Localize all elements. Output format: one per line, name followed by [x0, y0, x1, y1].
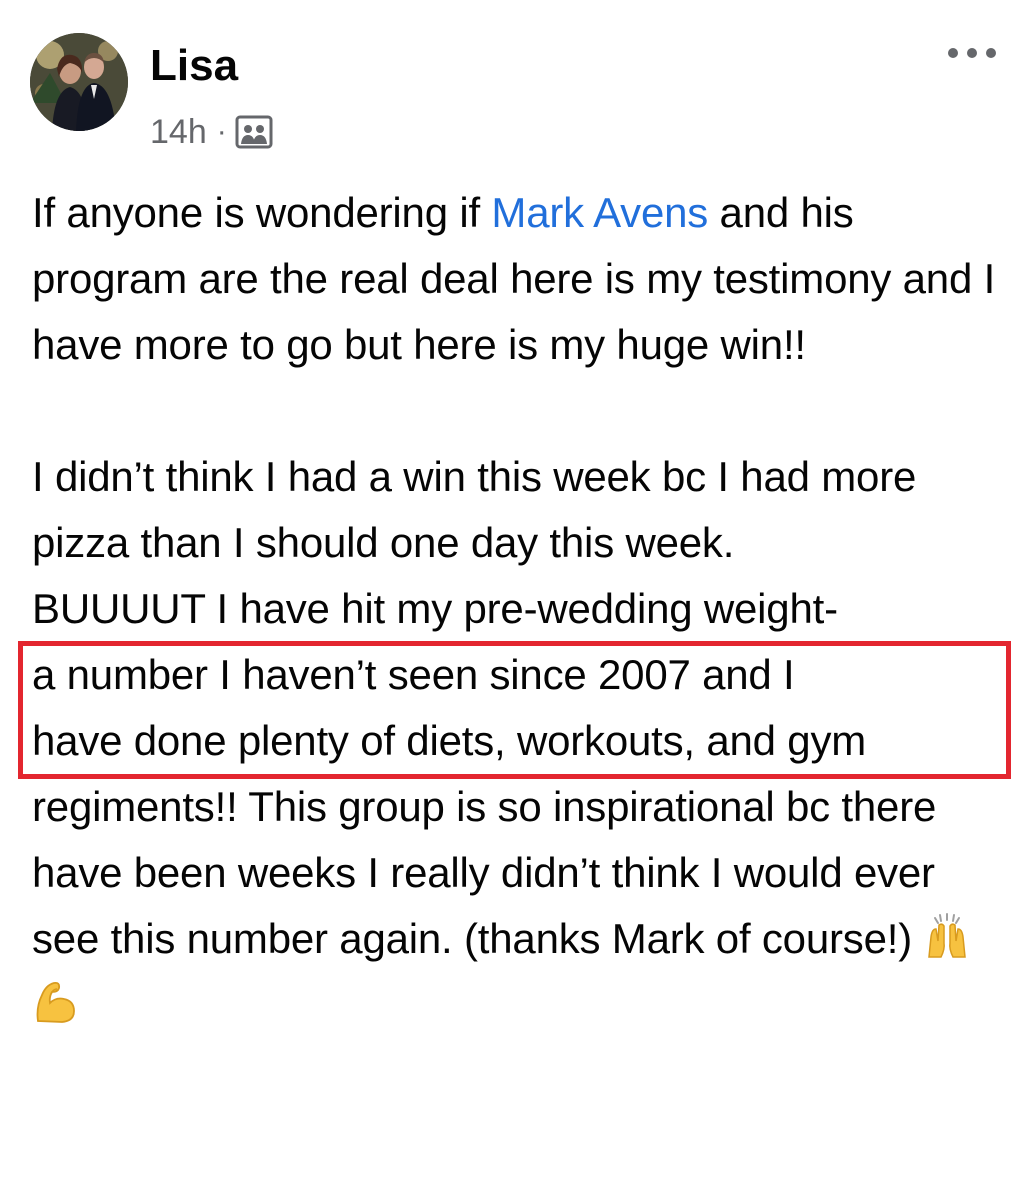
author-avatar[interactable]	[30, 33, 128, 131]
facebook-post: Lisa 14h · If anyone is wondering if Mar…	[0, 0, 1024, 1200]
flexed-biceps-emoji	[32, 977, 80, 1025]
more-options-button[interactable]	[948, 38, 996, 68]
post-body: If anyone is wondering if Mark Avens and…	[32, 180, 1004, 1038]
post-meta: 14h ·	[150, 110, 273, 154]
more-dot-icon	[967, 48, 977, 58]
post-paragraph-1: If anyone is wondering if Mark Avens and…	[32, 180, 1004, 378]
raising-hands-emoji	[924, 913, 970, 959]
more-dot-icon	[986, 48, 996, 58]
post-text-segment: I didn’t think I had a win this week bc …	[32, 453, 917, 566]
post-text-segment: If anyone is wondering if	[32, 189, 492, 236]
highlight-box	[18, 641, 1011, 779]
profile-photo-icon	[30, 33, 128, 131]
author-name[interactable]: Lisa	[150, 40, 238, 92]
group-members-icon[interactable]	[235, 114, 273, 150]
meta-separator: ·	[216, 115, 227, 148]
more-dot-icon	[948, 48, 958, 58]
highlighted-text: BUUUUT I have hit my pre-wedding weight-	[32, 585, 838, 632]
post-timestamp[interactable]: 14h	[150, 113, 207, 152]
mention-link[interactable]: Mark Avens	[491, 189, 708, 236]
